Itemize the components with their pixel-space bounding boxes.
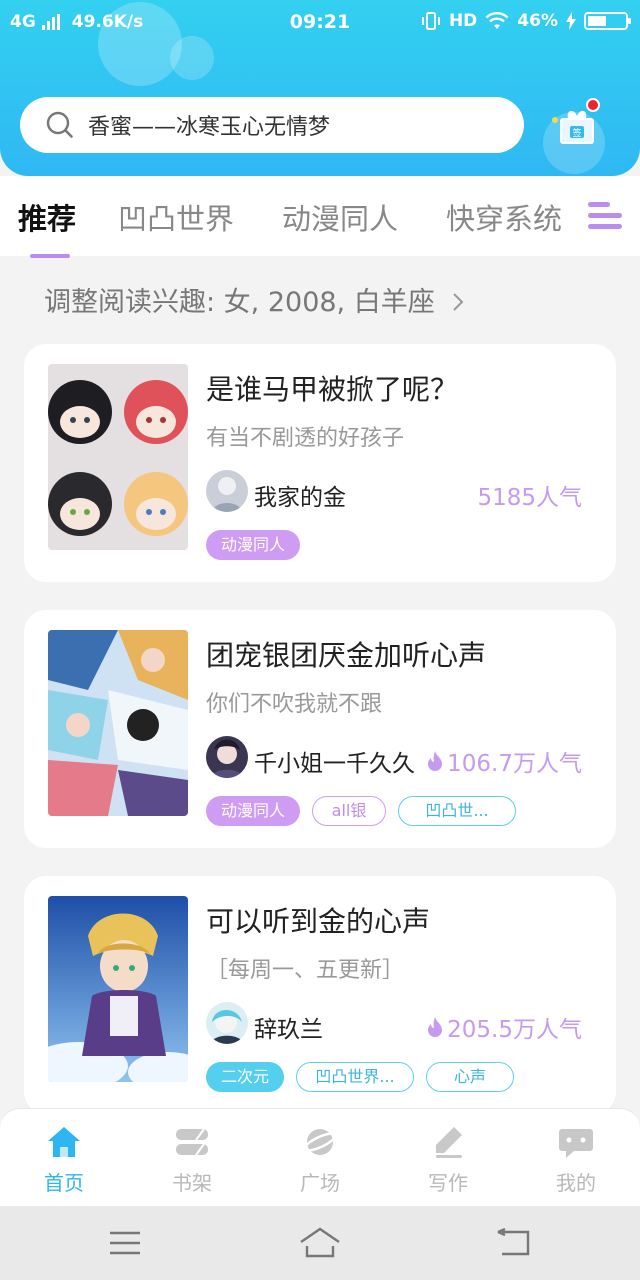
nav-bookshelf[interactable]: 书架 — [128, 1109, 256, 1207]
nav-home[interactable]: 首页 — [0, 1109, 128, 1207]
nav-label: 写作 — [428, 1171, 468, 1195]
tag[interactable]: 心声 — [426, 1062, 515, 1092]
popularity-count: 106.7万人气 — [447, 751, 582, 777]
tab-recommend[interactable]: 推荐 — [18, 196, 76, 238]
bottom-navigation: 首页 书架 广场 写作 我的 — [0, 1108, 640, 1206]
category-menu-icon[interactable] — [588, 198, 622, 234]
book-description: 有当不剧透的好孩子 — [206, 426, 405, 451]
popularity: 106.7万人气 — [427, 744, 582, 778]
chat-bubble-icon — [559, 1129, 593, 1158]
tab-anime-fanfic[interactable]: 动漫同人 — [282, 196, 398, 238]
battery-icon — [584, 12, 631, 30]
tag[interactable]: 凹凸世... — [398, 796, 517, 826]
tag-list: 二次元 凹凸世界... 心声 — [206, 1062, 515, 1092]
nav-square[interactable]: 广场 — [256, 1109, 384, 1207]
nav-label: 广场 — [300, 1171, 340, 1195]
popularity: 205.5万人气 — [427, 1010, 582, 1044]
vibrate-icon — [421, 12, 440, 30]
search-bar[interactable]: 香蜜——冰寒玉心无情梦 — [20, 97, 524, 153]
charging-icon — [566, 12, 576, 30]
tab-aotu-world[interactable]: 凹凸世界 — [118, 196, 234, 238]
notification-dot — [586, 98, 600, 112]
tab-quick-transmigration[interactable]: 快穿系统 — [446, 196, 562, 238]
book-title: 是谁马甲被掀了呢？ — [206, 373, 459, 406]
status-bar: 4G 49.6K/s 09:21 HD 46% — [0, 0, 640, 44]
tag[interactable]: 二次元 — [206, 1062, 285, 1092]
home-button-icon[interactable] — [298, 1226, 342, 1260]
author-name: 辞玖兰 — [254, 1017, 323, 1043]
nav-label: 书架 — [172, 1171, 212, 1195]
tag-list: 动漫同人 all银 凹凸世... — [206, 796, 517, 826]
fire-icon — [428, 1017, 443, 1037]
search-icon — [46, 111, 73, 138]
book-description: 你们不吹我就不跟 — [206, 692, 383, 717]
book-card[interactable]: 团宠银团厌金加听心声 你们不吹我就不跟 千小姐一千久久 106.7万人气 动漫同… — [24, 610, 616, 848]
nav-label: 首页 — [44, 1171, 84, 1195]
book-cover — [48, 630, 188, 816]
system-navigation-bar — [0, 1206, 640, 1280]
tag[interactable]: 凹凸世界... — [296, 1062, 415, 1092]
tag[interactable]: all银 — [312, 796, 387, 826]
adjust-interest-link[interactable]: 调整阅读兴趣: 女, 2008, 白羊座 — [44, 280, 465, 319]
bookshelf-icon — [176, 1128, 208, 1156]
book-card[interactable]: 是谁马甲被掀了呢？ 有当不剧透的好孩子 我家的金 5185人气 动漫同人 — [24, 344, 616, 582]
home-icon — [48, 1127, 80, 1157]
author-name: 千小姐一千久久 — [254, 751, 415, 777]
tag[interactable]: 动漫同人 — [206, 796, 301, 826]
popularity: 5185人气 — [477, 478, 582, 512]
author-avatar — [206, 736, 248, 778]
book-cover — [48, 896, 188, 1082]
chevron-right-icon — [453, 293, 464, 311]
fire-icon — [428, 751, 443, 771]
book-title: 可以听到金的心声 — [206, 905, 431, 938]
nav-write[interactable]: 写作 — [384, 1109, 512, 1207]
back-icon[interactable] — [496, 1228, 534, 1258]
author-name: 我家的金 — [254, 485, 346, 511]
section-heading-marker — [30, 254, 70, 258]
book-title: 团宠银团厌金加听心声 — [206, 639, 487, 672]
nav-me[interactable]: 我的 — [512, 1109, 640, 1207]
wifi-icon — [485, 12, 509, 29]
search-placeholder: 香蜜——冰寒玉心无情梦 — [88, 115, 331, 140]
svg-text:签: 签 — [572, 127, 581, 139]
popularity-count: 205.5万人气 — [447, 1017, 582, 1043]
book-description: ［每周一、五更新］ — [206, 958, 405, 983]
author-avatar — [206, 470, 248, 512]
tag[interactable]: 动漫同人 — [206, 530, 301, 560]
hd-indicator: HD — [448, 11, 478, 31]
popularity-count: 5185人气 — [477, 485, 582, 511]
battery-percent: 46% — [517, 11, 558, 31]
pen-icon — [436, 1127, 462, 1158]
menu-icon[interactable] — [108, 1230, 142, 1256]
nav-label: 我的 — [556, 1171, 596, 1195]
author-avatar — [206, 1002, 248, 1044]
tag-list: 动漫同人 — [206, 530, 301, 560]
book-cover — [48, 364, 188, 550]
planet-icon — [303, 1129, 337, 1155]
adjust-interest-label: 调整阅读兴趣: 女, 2008, 白羊座 — [44, 287, 435, 318]
book-card[interactable]: 可以听到金的心声 ［每周一、五更新］ 辞玖兰 205.5万人气 二次元 凹凸世界… — [24, 876, 616, 1114]
